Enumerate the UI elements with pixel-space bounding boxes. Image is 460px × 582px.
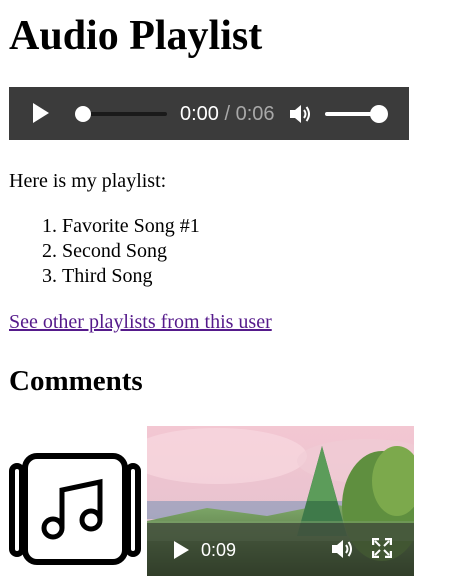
playlist-item: Favorite Song #1 — [62, 214, 200, 239]
volume-icon[interactable] — [288, 103, 312, 125]
comments-title: Comments — [9, 365, 143, 397]
video-player[interactable]: 0:09 — [147, 426, 414, 576]
other-playlists-link[interactable]: See other playlists from this user — [9, 310, 272, 334]
audio-time: 0:00 / 0:06 — [180, 103, 275, 125]
page: Audio Playlist 0:00 / 0:06 Here is my pl… — [0, 0, 460, 582]
playlist-item: Second Song — [62, 239, 200, 264]
audio-current-time: 0:00 — [180, 103, 219, 125]
page-title: Audio Playlist — [9, 13, 263, 59]
play-icon[interactable] — [170, 539, 192, 561]
audio-time-separator: / — [218, 103, 236, 125]
play-icon[interactable] — [29, 102, 51, 124]
volume-slider-thumb[interactable] — [370, 105, 388, 123]
music-note-icon — [9, 453, 141, 565]
audio-player: 0:00 / 0:06 — [9, 87, 409, 140]
audio-progress-thumb[interactable] — [75, 106, 91, 122]
playlist: Favorite Song #1 Second Song Third Song — [9, 214, 200, 289]
fullscreen-icon[interactable] — [372, 538, 392, 558]
video-time: 0:09 — [201, 540, 237, 560]
volume-icon[interactable] — [330, 538, 354, 560]
playlist-item: Third Song — [62, 264, 200, 289]
video-controls: 0:09 — [147, 523, 414, 576]
playlist-intro: Here is my playlist: — [9, 170, 167, 192]
audio-duration: 0:06 — [235, 103, 275, 125]
